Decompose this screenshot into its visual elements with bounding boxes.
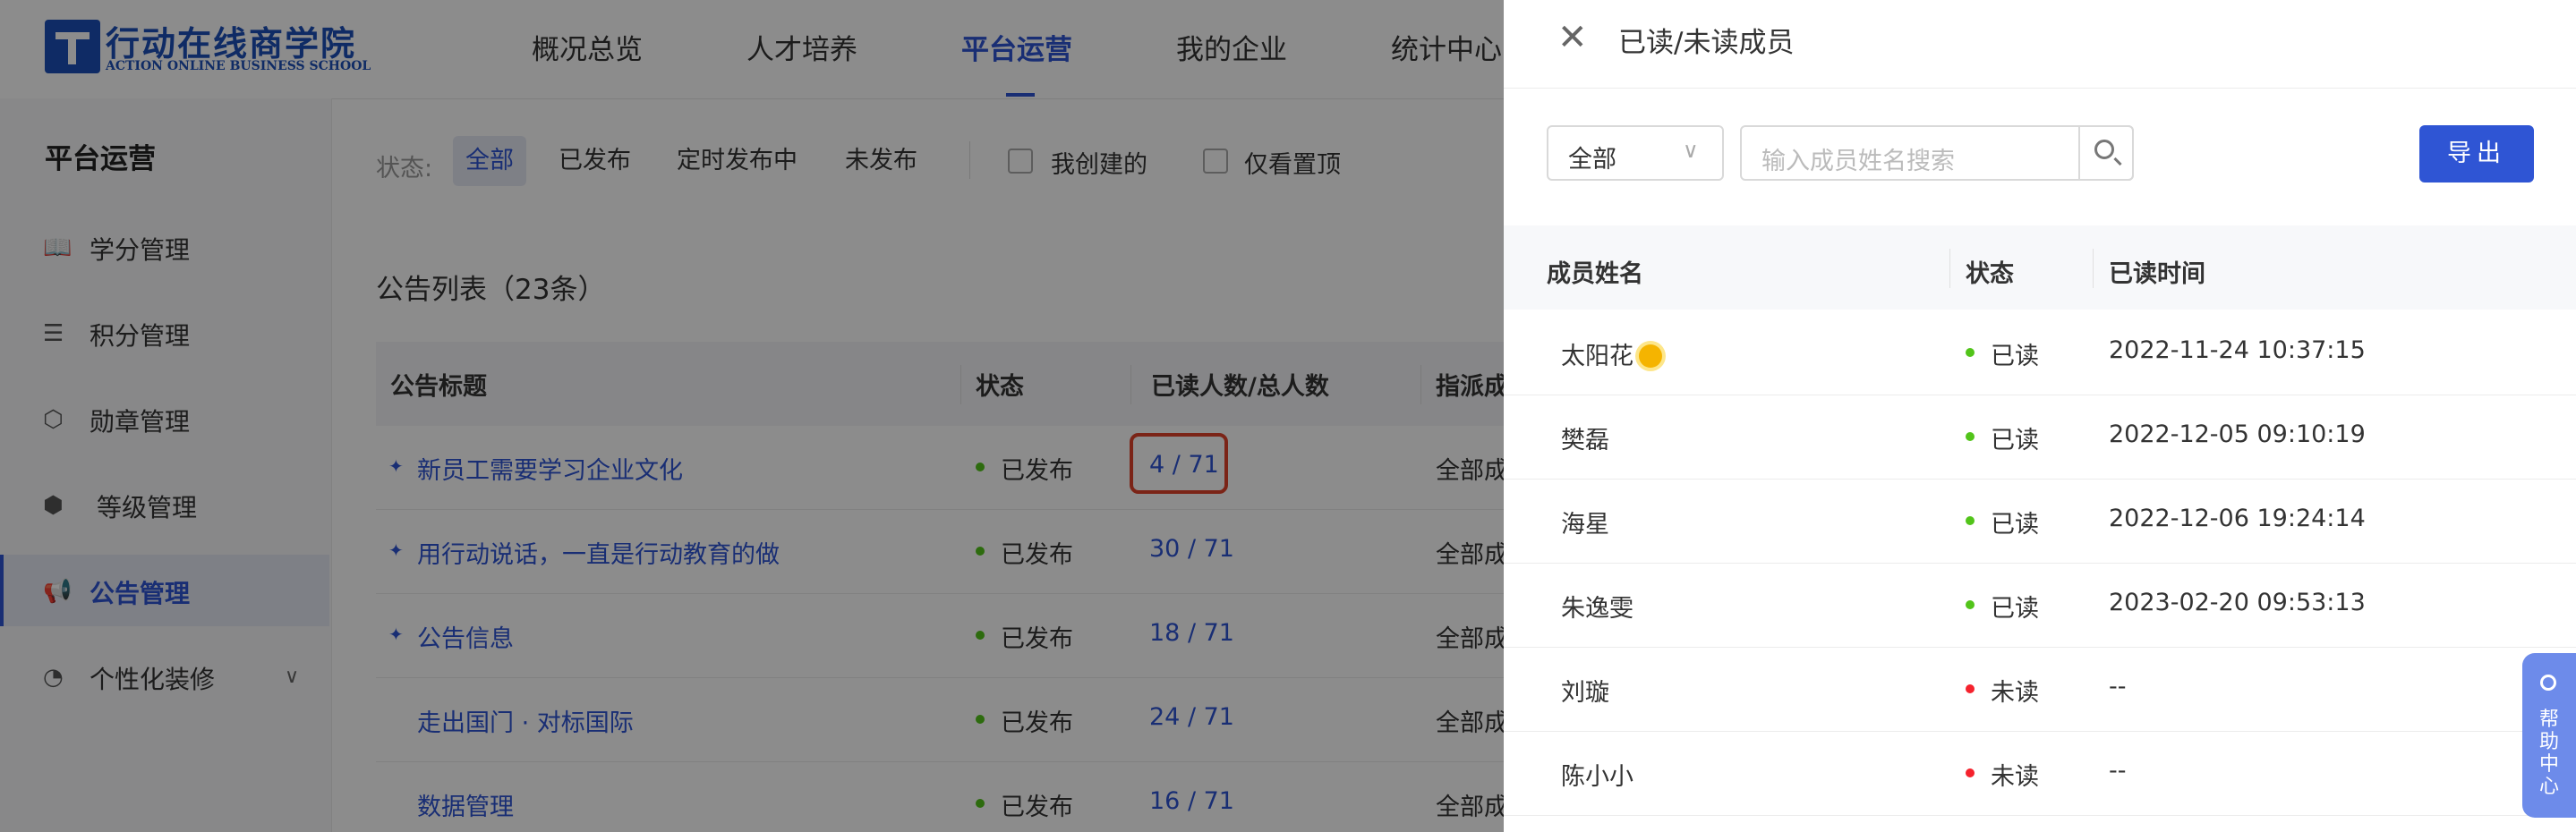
row-divider — [1504, 731, 2576, 732]
read-time: 2022-12-05 09:10:19 — [2109, 420, 2366, 448]
row-divider — [1504, 563, 2576, 564]
status-dot — [1966, 432, 1975, 441]
member-name: 樊磊 — [1561, 427, 1609, 454]
read-status: 已读 — [1991, 595, 2039, 623]
member-name-text: 太阳花 — [1561, 343, 1633, 370]
member-name: 刘璇 — [1561, 679, 1609, 707]
read-status: 已读 — [1991, 343, 2039, 370]
drawer-header-divider — [1504, 88, 2576, 89]
drawer-table-header — [1504, 225, 2576, 310]
help-center-label: 帮助中心 — [2538, 709, 2559, 798]
export-button[interactable]: 导出 — [2419, 125, 2534, 183]
status-dot — [1966, 684, 1975, 693]
status-dot — [1966, 516, 1975, 525]
member-name: 陈小小 — [1561, 763, 1633, 791]
select-value: 全部 — [1568, 146, 1616, 174]
status-dot — [1966, 768, 1975, 777]
member-name: 海星 — [1561, 511, 1609, 539]
chevron-down-icon: ∨ — [1683, 138, 1699, 163]
modal-overlay[interactable] — [0, 0, 1504, 832]
member-search-input[interactable]: 输入成员姓名搜索 — [1740, 125, 2134, 181]
help-center-tab[interactable]: 帮助中心 — [2522, 653, 2576, 818]
column-member-name: 成员姓名 — [1547, 260, 1643, 288]
column-read-status: 状态 — [1966, 260, 2014, 288]
close-icon[interactable]: ✕ — [1557, 20, 1588, 55]
read-time: -- — [2109, 673, 2127, 700]
row-divider — [1504, 479, 2576, 480]
row-divider — [1504, 815, 2576, 816]
row-divider — [1504, 647, 2576, 648]
read-status: 未读 — [1991, 763, 2039, 791]
column-read-time: 已读时间 — [2109, 260, 2205, 288]
sun-emoji-icon — [1639, 344, 1662, 368]
read-time: 2022-12-06 19:24:14 — [2109, 505, 2366, 532]
search-button[interactable] — [2078, 125, 2134, 181]
search-placeholder: 输入成员姓名搜索 — [1761, 148, 1955, 175]
read-time: 2023-02-20 09:53:13 — [2109, 589, 2366, 616]
member-name: 太阳花 — [1561, 336, 1662, 371]
drawer-title: 已读/未读成员 — [1618, 27, 1795, 59]
status-dot — [1966, 600, 1975, 609]
read-status-select[interactable]: 全部 ∨ — [1547, 125, 1724, 181]
lightbulb-icon — [2540, 675, 2556, 691]
read-time: -- — [2109, 757, 2127, 785]
status-dot — [1966, 348, 1975, 357]
read-time: 2022-11-24 10:37:15 — [2109, 336, 2366, 364]
read-status: 未读 — [1991, 679, 2039, 707]
column-divider — [1949, 249, 1950, 288]
search-icon — [2094, 140, 2114, 159]
read-status: 已读 — [1991, 511, 2039, 539]
read-status: 已读 — [1991, 427, 2039, 454]
column-divider — [2093, 249, 2094, 288]
member-name: 朱逸雯 — [1561, 595, 1633, 623]
